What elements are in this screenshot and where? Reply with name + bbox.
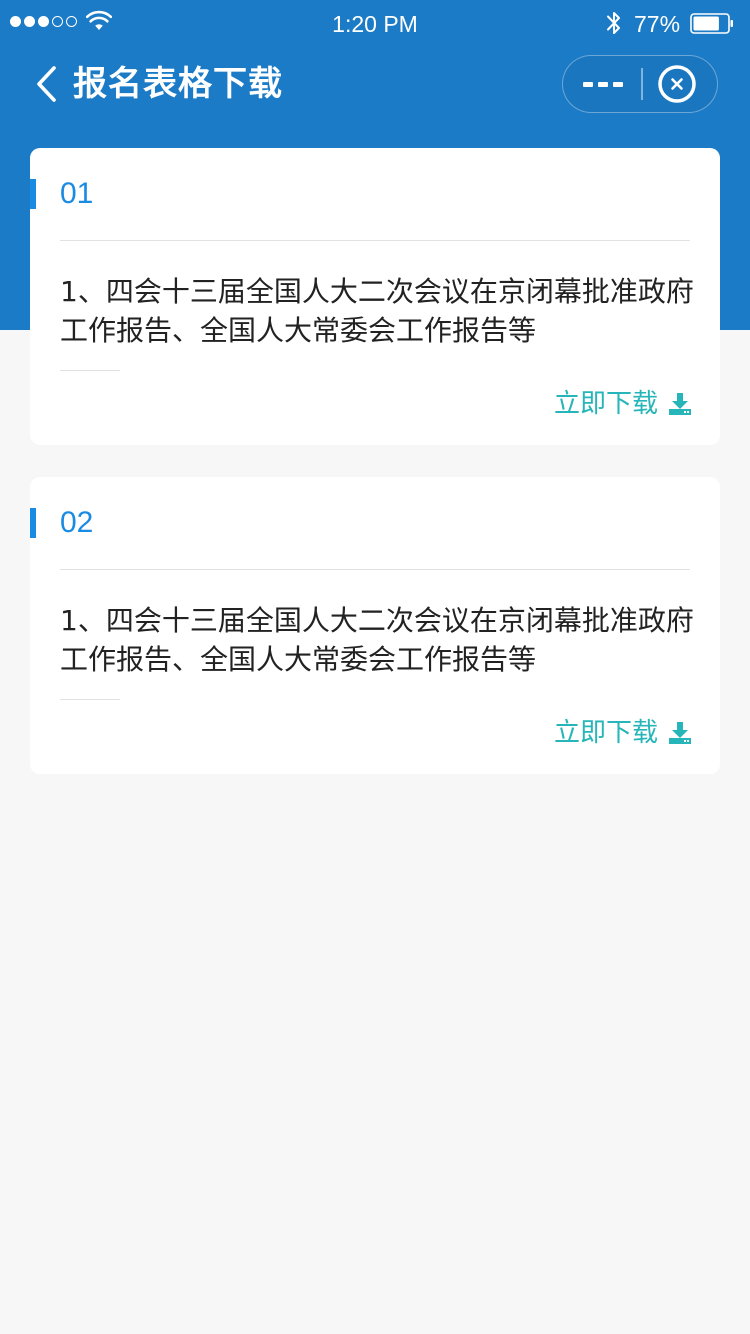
card-number: 02 — [60, 506, 94, 539]
download-label: 立即下载 — [553, 389, 658, 419]
close-circle-icon — [658, 65, 696, 103]
more-icon — [583, 82, 623, 87]
page-title: 报名表格下载 — [73, 64, 283, 104]
form-card: 02 1、四会十三届全国人大二次会议在京闭幕批准政府工作报告、全国人大常委会工作… — [30, 477, 720, 774]
card-divider — [60, 569, 690, 570]
download-label: 立即下载 — [553, 718, 658, 748]
mini-program-capsule — [562, 55, 718, 113]
capsule-divider — [641, 68, 643, 100]
back-button[interactable] — [26, 62, 66, 106]
card-short-divider — [60, 370, 120, 371]
status-bar: 1:20 PM 77% — [0, 0, 750, 48]
chevron-left-icon — [37, 66, 56, 102]
card-accent-bar — [30, 179, 36, 209]
card-description: 1、四会十三届全国人大二次会议在京闭幕批准政府工作报告、全国人大常委会工作报告等 — [60, 604, 694, 676]
form-card: 01 1、四会十三届全国人大二次会议在京闭幕批准政府工作报告、全国人大常委会工作… — [30, 148, 720, 445]
card-description: 1、四会十三届全国人大二次会议在京闭幕批准政府工作报告、全国人大常委会工作报告等 — [60, 275, 694, 347]
close-button[interactable] — [655, 62, 699, 106]
download-button[interactable]: 立即下载 — [554, 386, 692, 422]
download-icon — [669, 393, 691, 415]
card-accent-bar — [30, 508, 36, 538]
battery-icon — [690, 13, 733, 34]
card-number: 01 — [60, 177, 94, 210]
card-short-divider — [60, 699, 120, 700]
card-divider — [60, 240, 690, 241]
download-icon — [669, 722, 691, 744]
more-button[interactable] — [573, 63, 633, 105]
download-button[interactable]: 立即下载 — [554, 715, 692, 751]
bluetooth-icon — [607, 12, 620, 34]
battery-percent: 77% — [634, 11, 681, 37]
